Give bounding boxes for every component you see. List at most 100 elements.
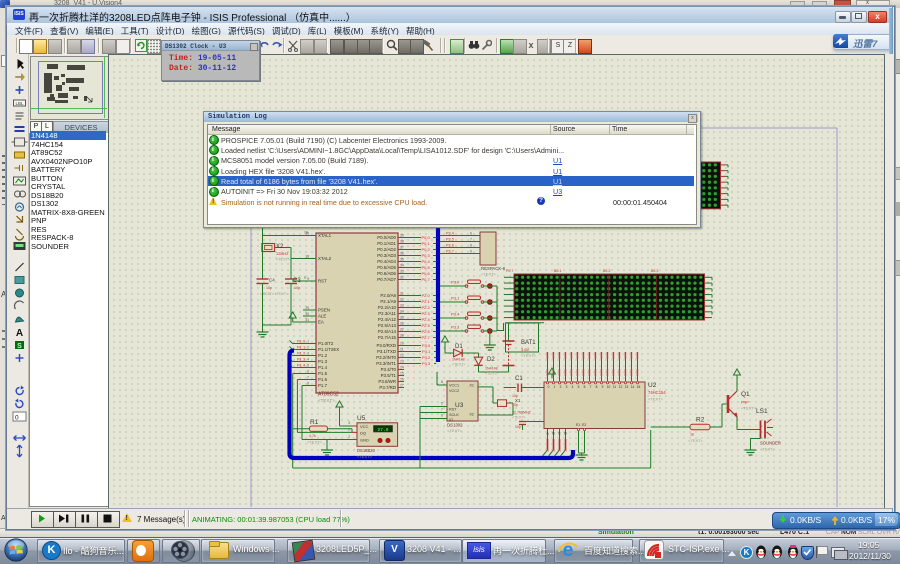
svg-text:P0.0: P0.0 xyxy=(422,235,431,240)
svg-text:X1: X1 xyxy=(469,384,474,388)
svg-text:2: 2 xyxy=(348,427,350,431)
svg-text:16: 16 xyxy=(400,378,404,382)
svg-text:LS1: LS1 xyxy=(756,408,768,415)
svg-text:LBL: LBL xyxy=(15,101,24,106)
svg-text:1N4148: 1N4148 xyxy=(452,358,465,362)
svg-text:P3.0: P3.0 xyxy=(451,280,460,285)
svg-text:11: 11 xyxy=(400,348,404,352)
svg-text:3.6V: 3.6V xyxy=(521,347,530,352)
svg-text:12: 12 xyxy=(619,385,623,389)
svg-text:12: 12 xyxy=(400,354,404,358)
svg-text:<TEXT>: <TEXT> xyxy=(648,397,664,402)
svg-text:22: 22 xyxy=(400,298,404,302)
svg-text:8: 8 xyxy=(470,244,472,248)
svg-text:X2: X2 xyxy=(276,244,284,250)
svg-text:1: 1 xyxy=(554,385,556,389)
svg-text:<TEXT>: <TEXT> xyxy=(760,447,776,452)
svg-text:21: 21 xyxy=(400,292,404,296)
svg-text:P3.2/INT0: P3.2/INT0 xyxy=(376,355,396,360)
svg-text:4: 4 xyxy=(572,385,574,389)
svg-text:P2.6: P2.6 xyxy=(422,329,431,334)
svg-text:GND: GND xyxy=(360,438,369,443)
svg-text:<TEXT>: <TEXT> xyxy=(521,353,537,358)
svg-text:38: 38 xyxy=(400,240,404,244)
svg-text:P3.3: P3.3 xyxy=(451,325,460,330)
svg-text:P1.4: P1.4 xyxy=(318,365,328,370)
svg-text:P0.0/AD0: P0.0/AD0 xyxy=(377,235,396,240)
svg-text:<TEXT><TEXT>: <TEXT><TEXT> xyxy=(260,292,289,296)
svg-text:10p: 10p xyxy=(294,286,300,290)
svg-text:DS1302: DS1302 xyxy=(447,423,463,428)
svg-text:<TEXT>: <TEXT> xyxy=(481,272,497,277)
svg-text:P0.7: P0.7 xyxy=(422,277,431,282)
svg-text:E2: E2 xyxy=(582,423,586,427)
svg-text:0: 0 xyxy=(15,415,19,422)
svg-text:<TEXT>: <TEXT> xyxy=(318,398,335,403)
svg-text:B0.3: B0.3 xyxy=(651,269,658,273)
svg-text:1N4148: 1N4148 xyxy=(485,367,498,371)
svg-text:6: 6 xyxy=(441,414,443,418)
svg-text:P2.4: P2.4 xyxy=(422,317,431,322)
svg-text:DQ: DQ xyxy=(360,431,366,436)
svg-text:P2.6: P2.6 xyxy=(446,244,454,248)
svg-text:P2.7: P2.7 xyxy=(422,335,431,340)
svg-text:X2: X2 xyxy=(469,413,474,417)
svg-text:10p: 10p xyxy=(515,425,521,429)
svg-text:RST: RST xyxy=(449,408,457,412)
svg-text:P2.6/A14: P2.6/A14 xyxy=(378,329,397,334)
svg-text:P1.5: P1.5 xyxy=(318,371,328,376)
svg-text:P3.1: P3.1 xyxy=(422,349,431,354)
svg-text:AT89C52: AT89C52 xyxy=(318,392,339,398)
svg-text:P0.2: P0.2 xyxy=(422,247,431,252)
svg-text:ALE: ALE xyxy=(318,314,326,319)
svg-text:E1: E1 xyxy=(576,423,580,427)
svg-text:7: 7 xyxy=(470,238,472,242)
svg-text:P1.2: P1.2 xyxy=(318,353,328,358)
svg-text:VCC: VCC xyxy=(360,424,369,429)
svg-text:9: 9 xyxy=(602,385,604,389)
svg-text:BAT1: BAT1 xyxy=(521,340,536,346)
svg-text:36: 36 xyxy=(400,252,404,256)
svg-text:32: 32 xyxy=(400,276,404,280)
svg-text:P0.6: P0.6 xyxy=(422,271,431,276)
svg-text:P1.0/T2: P1.0/T2 xyxy=(318,341,334,346)
svg-text:P0.2/AD2: P0.2/AD2 xyxy=(377,247,396,252)
svg-text:10: 10 xyxy=(607,385,611,389)
svg-text:P2.4: P2.4 xyxy=(446,232,454,236)
svg-text:P2.2: P2.2 xyxy=(422,305,431,310)
svg-text:VCC1: VCC1 xyxy=(449,384,459,388)
svg-text:R2: R2 xyxy=(696,417,705,424)
svg-text:RST: RST xyxy=(318,279,327,284)
svg-text:7: 7 xyxy=(590,385,592,389)
svg-text:P2.7/A15: P2.7/A15 xyxy=(378,335,397,340)
svg-text:D1: D1 xyxy=(455,344,463,350)
svg-text:34: 34 xyxy=(400,264,404,268)
svg-text:P3.4/T0: P3.4/T0 xyxy=(381,367,397,372)
svg-text:P2.5: P2.5 xyxy=(446,238,454,242)
svg-text:8: 8 xyxy=(441,380,443,384)
svg-text:<TEXT>: <TEXT> xyxy=(357,454,373,459)
svg-text:EA: EA xyxy=(318,320,324,325)
svg-text:25: 25 xyxy=(400,316,404,320)
svg-text:D2: D2 xyxy=(487,357,495,363)
svg-text:C1: C1 xyxy=(515,376,523,382)
svg-text:C4: C4 xyxy=(269,278,275,283)
svg-text:P2.5: P2.5 xyxy=(422,323,431,328)
svg-text:1: 1 xyxy=(348,435,350,439)
svg-text:P2.3: P2.3 xyxy=(422,311,431,316)
svg-text:P2.0/A8: P2.0/A8 xyxy=(380,293,396,298)
svg-text:P0.1: P0.1 xyxy=(422,241,431,246)
svg-text:10p: 10p xyxy=(266,286,272,290)
svg-text:P3.3/INT1: P3.3/INT1 xyxy=(376,361,396,366)
svg-text:10: 10 xyxy=(400,342,404,346)
svg-text:26: 26 xyxy=(400,322,404,326)
svg-text:D: D xyxy=(564,432,567,436)
svg-text:P3.1/TXD: P3.1/TXD xyxy=(377,349,396,354)
svg-text:P3.3: P3.3 xyxy=(422,361,431,366)
svg-text:P0.3: P0.3 xyxy=(422,253,431,258)
svg-text:P3.0/RXD: P3.0/RXD xyxy=(376,343,396,348)
svg-text:0: 0 xyxy=(548,385,550,389)
svg-text:P0.4/AD4: P0.4/AD4 xyxy=(377,259,396,264)
svg-text:12MHZ: 12MHZ xyxy=(276,252,289,256)
svg-text:13: 13 xyxy=(625,385,629,389)
